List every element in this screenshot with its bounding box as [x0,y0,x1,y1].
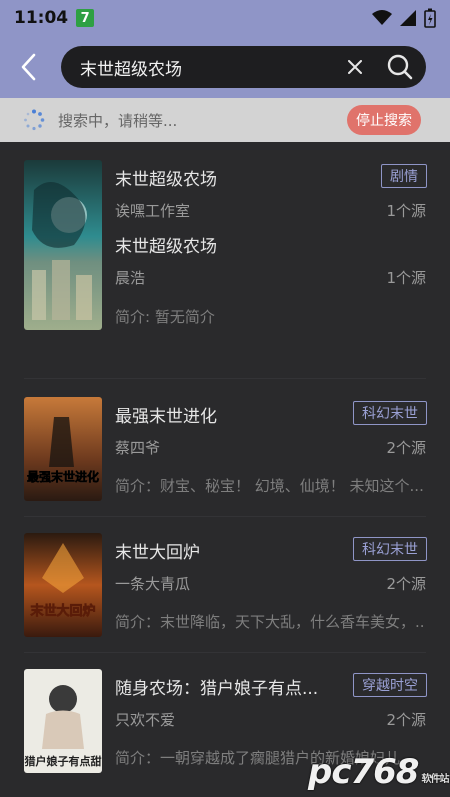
genre-tag: 剧情 [381,164,427,188]
source-count: 1个源 [386,202,426,220]
watermark-sub: 软件站 [421,774,449,785]
searching-message: 搜索中，请稍等... [58,112,178,130]
genre-tag: 穿越时空 [353,673,427,697]
stop-search-button[interactable]: 停止搜索 [347,105,421,135]
book-cover [24,160,102,330]
search-input[interactable]: 末世超级农场 [80,55,340,80]
genre-tag: 科幻末世 [353,537,427,561]
divider [24,652,426,653]
divider [24,378,426,379]
list-item[interactable]: 末世超级农场 剧情 诶嘿工作室 1个源 末世超级农场 晨浩 1个源 简介: 暂无… [0,160,450,330]
book-cover: 末世大回炉 [24,533,102,637]
loading-spinner-icon [24,109,45,131]
signal-icon [400,10,416,26]
book-title: 最强末世进化 [115,407,217,427]
notification-badge: 7 [76,9,95,27]
source-count: 2个源 [386,575,426,593]
watermark-brand: pc768 [308,752,419,792]
cover-title: 猎户娘子有点甜 [25,754,102,768]
cover-title: 末世大回炉 [29,603,95,618]
chevron-left-icon [21,53,36,81]
book-author: 诶嘿工作室 [115,202,191,220]
book-intro: 简介：财宝、秘宝！ 幻境、仙境！ 未知这个... [115,477,424,495]
status-time: 11:04 [14,8,69,28]
genre-tag: 科幻末世 [353,401,427,425]
book-title: 随身农场：猎户娘子有点... [115,679,319,699]
book-author: 蔡四爷 [115,439,161,457]
book-title: 末世超级农场 [115,170,217,190]
search-button[interactable] [380,46,420,88]
app-bar: 末世超级农场 [0,36,450,98]
close-icon [348,60,362,74]
source-count: 2个源 [386,439,426,457]
book-cover: 猎户娘子有点甜 [24,669,102,773]
clear-button[interactable] [340,46,370,88]
status-bar: 11:04 7 [0,0,450,36]
search-icon [387,54,413,80]
book-author: 晨浩 [115,269,146,287]
result-list: 末世超级农场 剧情 诶嘿工作室 1个源 末世超级农场 晨浩 1个源 简介: 暂无… [0,142,450,797]
book-intro: 简介：末世降临，天下大乱，什么香车美女，... [115,613,425,631]
cover-title: 最强末世进化 [27,469,99,484]
search-field[interactable]: 末世超级农场 [61,46,426,88]
divider [24,516,426,517]
book-title: 末世大回炉 [115,543,200,563]
source-count: 2个源 [386,711,426,729]
book-author: 一条大青瓜 [115,575,191,593]
battery-icon [424,8,436,28]
watermark-logo: pc768 软件站 [308,752,449,792]
book-title: 末世超级农场 [115,237,217,257]
book-cover: 最强末世进化 [24,397,102,501]
list-item[interactable]: 最强末世进化 最强末世进化 科幻末世 蔡四爷 2个源 简介：财宝、秘宝！ 幻境、… [0,397,450,507]
wifi-icon [372,10,392,25]
list-item[interactable]: 末世大回炉 末世大回炉 科幻末世 一条大青瓜 2个源 简介：末世降临，天下大乱，… [0,533,450,643]
back-button[interactable] [0,36,56,98]
book-author: 只欢不爱 [115,711,176,729]
source-count: 1个源 [386,269,426,287]
book-intro: 简介: 暂无简介 [115,308,215,326]
